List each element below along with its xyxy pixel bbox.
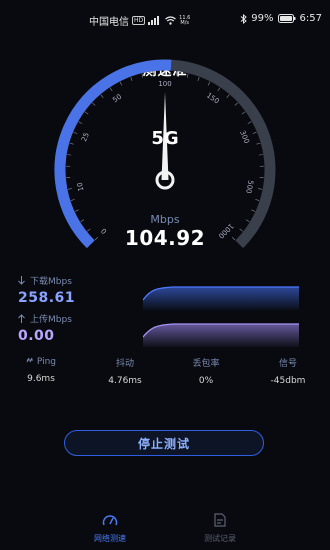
stat-value: 4.76ms [108, 376, 142, 386]
tab-label: 网络测速 [94, 534, 126, 543]
ping-icon [26, 357, 33, 363]
stat-packet-loss: 丢包率 0% [178, 356, 234, 386]
stat-label: Ping [36, 357, 57, 367]
gauge-tick [141, 73, 144, 78]
gauge-scale-label: 100 [158, 80, 171, 88]
gauge-tick [234, 102, 238, 106]
stat-ping: Ping 9.6ms [18, 356, 64, 384]
gauge-tick [67, 188, 72, 190]
gauge-tick [241, 111, 246, 115]
current-speed: 104.92 [124, 226, 206, 250]
download-value: 258.61 [18, 290, 76, 306]
stop-test-button[interactable]: 停止测试 [64, 430, 264, 456]
gauge-scale-label: 500 [244, 179, 254, 194]
gauge-tick [207, 81, 211, 86]
upload-value: 0.00 [18, 328, 55, 344]
gauge-unit: Mbps [150, 213, 180, 226]
network-type: 5G [151, 128, 179, 149]
bottom-tab-bar: 网络测速 测试记录 [0, 512, 330, 550]
stat-signal: 信号 -45dbm [262, 356, 314, 386]
gauge-tick [109, 87, 113, 92]
gauge-tick [226, 94, 230, 98]
gauge-tick [217, 87, 221, 92]
gauge-scale-label: 50 [111, 93, 123, 105]
download-label: 下载Mbps [30, 277, 72, 287]
upload-label-row: 上传Mbps [18, 312, 72, 325]
upload-graph [143, 323, 299, 347]
stat-value: 9.6ms [27, 374, 55, 384]
document-icon [214, 513, 226, 527]
stat-label: 抖动 [115, 359, 134, 369]
stat-label: 信号 [278, 359, 297, 369]
gauge-tick [84, 111, 89, 115]
gauge-tick [258, 154, 263, 156]
gauge-tick [92, 102, 96, 106]
stat-value: -45dbm [270, 376, 306, 386]
gauge-tick [78, 121, 83, 124]
stat-jitter: 抖动 4.76ms [95, 356, 155, 386]
stat-value: 0% [198, 376, 214, 386]
gauge-tick [67, 154, 72, 156]
gauge-tick [70, 199, 75, 201]
tab-label: 测试记录 [204, 534, 236, 543]
download-label-row: 下载Mbps [18, 274, 75, 287]
gauge-tick [74, 209, 79, 212]
arrow-down-icon [18, 276, 25, 285]
gauge-tick [258, 188, 263, 190]
tab-speed-test[interactable]: 网络测速 [60, 512, 160, 544]
tab-test-history[interactable]: 测试记录 [170, 512, 270, 544]
gauge-scale-label: 150 [205, 91, 221, 105]
speedometer-icon [102, 515, 118, 526]
stat-label: 丢包率 [192, 359, 220, 369]
gauge-tick [197, 77, 200, 81]
upload-block: 上传Mbps 0.00 [18, 312, 72, 344]
download-block: 下载Mbps 258.61 [18, 274, 75, 306]
download-graph [143, 286, 299, 310]
upload-label: 上传Mbps [30, 315, 72, 325]
gauge-scale-label: 10 [76, 182, 86, 192]
gauge-tick [251, 209, 256, 212]
gauge-tick [255, 199, 260, 201]
gauge-tick [247, 121, 252, 124]
stat-ping-label-row: Ping [18, 356, 64, 367]
gauge-tick [119, 81, 123, 86]
gauge-tick [186, 73, 189, 78]
gauge-tick [100, 94, 104, 98]
arrow-up-icon [18, 314, 25, 323]
gauge-tick [130, 77, 133, 81]
